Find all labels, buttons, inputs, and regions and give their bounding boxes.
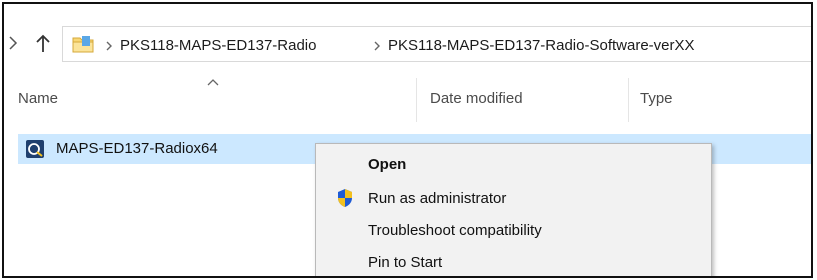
sort-ascending-icon [207,79,219,86]
uac-shield-icon [338,189,352,207]
breadcrumb-item-radio[interactable]: PKS118-MAPS-ED137-Radio [120,37,316,54]
chevron-right-icon[interactable] [8,36,18,50]
column-header-name[interactable]: Name [18,90,58,107]
breadcrumb-separator-icon[interactable] [104,41,114,51]
up-arrow-icon[interactable] [34,34,52,54]
file-name: MAPS-ED137-Radiox64 [56,140,218,157]
menu-item-troubleshoot-compatibility[interactable]: Troubleshoot compatibility [316,216,711,246]
folder-icon [72,36,94,53]
menu-item-label: Troubleshoot compatibility [368,222,542,239]
breadcrumb-item-software[interactable]: PKS118-MAPS-ED137-Radio-Software-verXX [388,37,695,54]
menu-item-open[interactable]: Open [316,150,711,180]
menu-item-pin-to-start[interactable]: Pin to Start [316,248,711,276]
menu-item-label: Run as administrator [368,190,507,207]
column-divider[interactable] [416,78,417,122]
column-header-type[interactable]: Type [640,90,673,107]
address-bar: PKS118-MAPS-ED137-Radio PKS118-MAPS-ED13… [4,4,811,72]
breadcrumb-separator-icon[interactable] [372,41,382,51]
menu-item-label: Pin to Start [368,254,443,271]
column-header-date-modified[interactable]: Date modified [430,90,523,107]
menu-item-run-as-administrator[interactable]: Run as administrator [316,184,711,214]
explorer-window: PKS118-MAPS-ED137-Radio PKS118-MAPS-ED13… [2,2,813,278]
context-menu: Open Run as administrator Troubleshoot c… [315,143,712,276]
menu-item-label: Open [368,156,407,173]
application-icon [26,140,44,158]
column-divider[interactable] [628,78,629,122]
